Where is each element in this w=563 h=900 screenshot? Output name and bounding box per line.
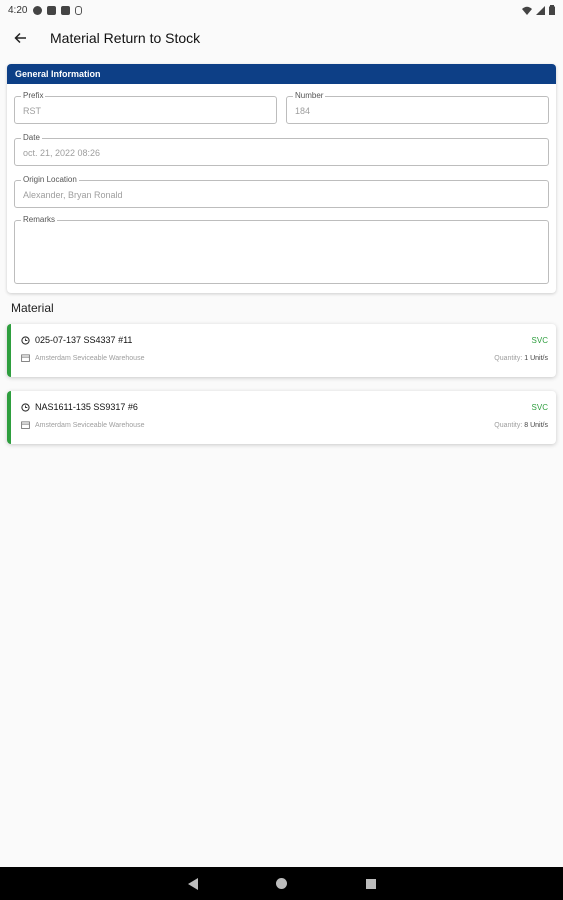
nav-home-button[interactable]: [275, 877, 289, 891]
number-field[interactable]: Number 184: [286, 91, 549, 124]
remarks-field[interactable]: Remarks: [14, 215, 549, 284]
circle-home-icon: [276, 878, 287, 889]
material-code: 025-07-137 SS4337 #11: [35, 335, 133, 345]
notification-settings-icon: [47, 5, 57, 15]
page-title: Material Return to Stock: [50, 30, 201, 46]
system-navigation-bar: [0, 867, 563, 900]
general-information-header: General Information: [7, 64, 556, 84]
signal-icon: [536, 5, 545, 15]
number-value: 184: [295, 106, 311, 116]
origin-location-label: Origin Location: [21, 175, 79, 185]
arrow-left-icon: [13, 32, 26, 44]
quantity-text: Quantity: 8 Unit/s: [494, 422, 548, 429]
warehouse-icon: [21, 354, 30, 362]
status-right: [522, 5, 555, 15]
prefix-value: RST: [23, 106, 41, 116]
nav-back-button[interactable]: [186, 877, 200, 891]
quantity-value: 1 Unit/s: [524, 355, 548, 362]
warehouse-name: Amsterdam Seviceable Warehouse: [35, 354, 145, 362]
notification-a-icon: [33, 5, 43, 15]
notification-icons: [33, 5, 83, 15]
warehouse-icon: [21, 421, 30, 429]
status-badge: SVC: [531, 403, 548, 412]
material-item[interactable]: 025-07-137 SS4337 #11 SVC Amsterdam Sevi…: [7, 324, 556, 377]
clock-icon: [21, 402, 30, 412]
nav-recents-button[interactable]: [364, 877, 378, 891]
app-bar: Material Return to Stock: [0, 20, 563, 56]
general-information-card: General Information Prefix RST Number 18…: [7, 64, 556, 293]
number-label: Number: [293, 91, 326, 101]
material-section-title: Material: [11, 301, 54, 315]
quantity-text: Quantity: 1 Unit/s: [494, 355, 548, 362]
notification-sd-icon: [61, 5, 71, 15]
material-item-location: Amsterdam Seviceable Warehouse: [21, 421, 144, 429]
quantity-value: 8 Unit/s: [524, 422, 548, 429]
notification-shield-icon: [75, 5, 83, 15]
origin-location-field[interactable]: Origin Location Alexander, Bryan Ronald: [14, 175, 549, 208]
status-left: 4:20: [8, 4, 83, 16]
material-item-location: Amsterdam Seviceable Warehouse: [21, 354, 144, 362]
status-time: 4:20: [8, 4, 28, 16]
material-code: NAS1611-135 SS9317 #6: [35, 402, 138, 412]
material-item-header: 025-07-137 SS4337 #11: [21, 335, 132, 345]
clock-icon: [21, 335, 30, 345]
warehouse-name: Amsterdam Seviceable Warehouse: [35, 421, 145, 429]
quantity-label: Quantity:: [494, 355, 523, 362]
prefix-field[interactable]: Prefix RST: [14, 91, 277, 124]
battery-icon: [549, 5, 555, 15]
wifi-icon: [522, 6, 532, 15]
remarks-label: Remarks: [21, 215, 58, 225]
back-button[interactable]: [2, 20, 38, 56]
triangle-back-icon: [187, 877, 198, 890]
date-value: oct. 21, 2022 08:26: [23, 148, 101, 158]
square-recents-icon: [365, 878, 376, 889]
origin-location-value: Alexander, Bryan Ronald: [23, 190, 123, 200]
date-field[interactable]: Date oct. 21, 2022 08:26: [14, 133, 549, 166]
material-item-header: NAS1611-135 SS9317 #6: [21, 402, 138, 412]
date-label: Date: [21, 133, 42, 143]
quantity-label: Quantity:: [494, 422, 523, 429]
status-badge: SVC: [531, 336, 548, 345]
prefix-label: Prefix: [21, 91, 46, 101]
material-item[interactable]: NAS1611-135 SS9317 #6 SVC Amsterdam Sevi…: [7, 391, 556, 444]
status-bar: 4:20: [0, 0, 563, 20]
